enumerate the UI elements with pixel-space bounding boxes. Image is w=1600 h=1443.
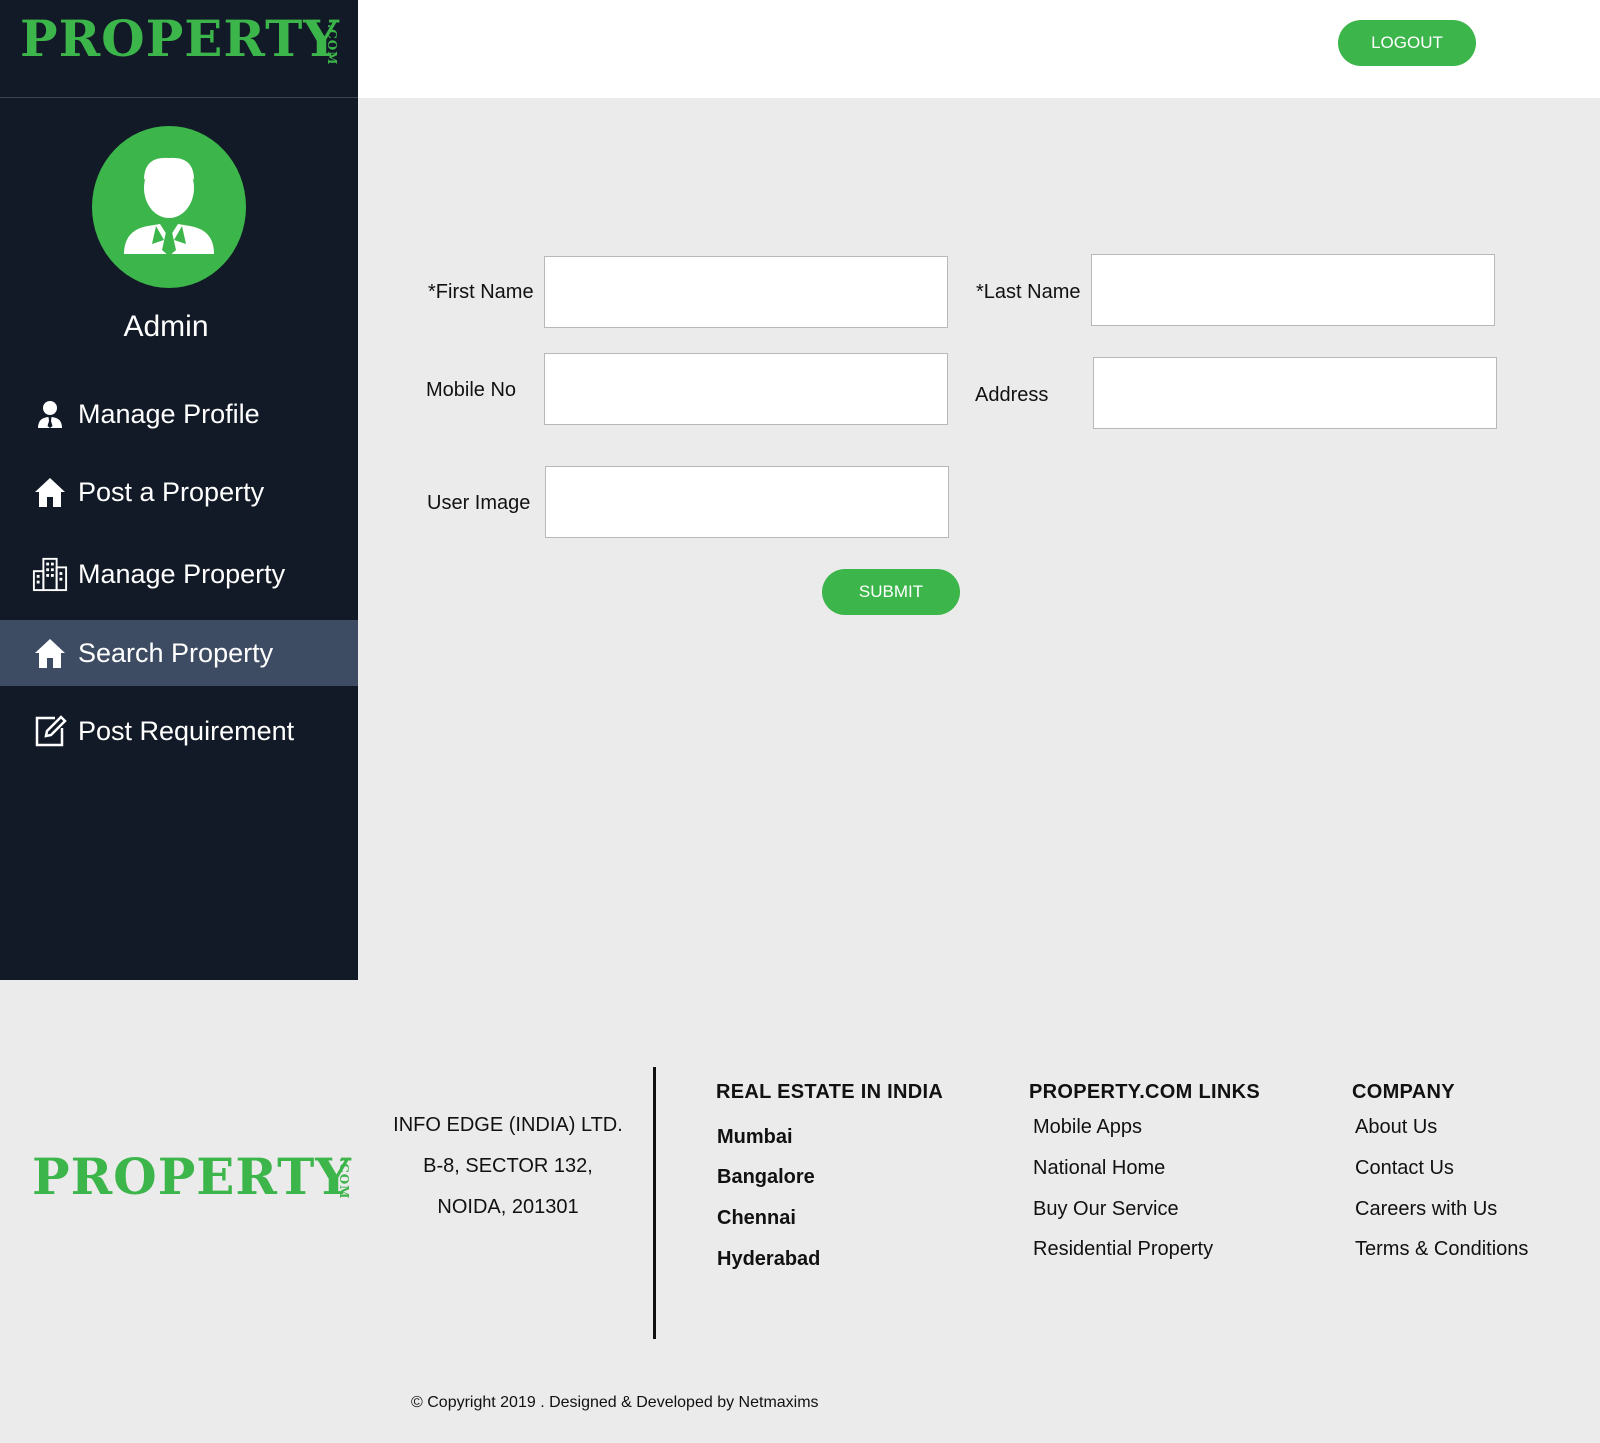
last-name-label: *Last Name — [976, 281, 1081, 303]
header-logo[interactable]: PROPERTY .COM — [0, 0, 358, 98]
first-name-label: *First Name — [428, 281, 534, 303]
footer-heading-company: COMPANY — [1352, 1081, 1455, 1103]
footer-link[interactable]: Buy Our Service — [1033, 1198, 1179, 1221]
footer-link[interactable]: Residential Property — [1033, 1238, 1213, 1261]
footer-address-line: B-8, SECTOR 132, — [423, 1155, 593, 1177]
sidebar: Admin Manage Profile Post a Property Man… — [0, 98, 358, 980]
sidebar-item-post-requirement[interactable]: Post Requirement — [0, 698, 358, 764]
footer-logo-suffix: .COM — [337, 1158, 351, 1200]
footer-link[interactable]: Mumbai — [717, 1126, 793, 1149]
logo-suffix: .COM — [325, 24, 339, 66]
first-name-input[interactable] — [544, 256, 948, 328]
user-image-input[interactable] — [545, 466, 949, 538]
copyright-text: © Copyright 2019 . Designed & Developed … — [411, 1394, 819, 1411]
sidebar-item-manage-property[interactable]: Manage Property — [0, 541, 358, 607]
submit-button[interactable]: SUBMIT — [822, 569, 960, 615]
footer-link[interactable]: Contact Us — [1355, 1157, 1454, 1180]
edit-icon — [32, 713, 68, 749]
footer-link[interactable]: About Us — [1355, 1116, 1437, 1139]
footer-link[interactable]: Hyderabad — [717, 1248, 820, 1271]
sidebar-item-search-property[interactable]: Search Property — [0, 620, 358, 686]
mobile-label: Mobile No — [426, 379, 517, 401]
footer-logo-text[interactable]: PROPERTY — [32, 1152, 352, 1202]
sidebar-item-label: Post Requirement — [78, 715, 295, 746]
user-icon — [32, 396, 68, 432]
sidebar-item-post-property[interactable]: Post a Property — [0, 459, 358, 525]
footer-link[interactable]: Bangalore — [717, 1166, 815, 1189]
mobile-input[interactable] — [544, 353, 948, 425]
user-avatar-icon — [124, 157, 214, 256]
footer-heading-real-estate: REAL ESTATE IN INDIA — [716, 1081, 944, 1103]
sidebar-item-label: Post a Property — [78, 476, 265, 507]
user-name: Admin — [123, 310, 209, 343]
home-icon — [32, 474, 68, 510]
logo-text: PROPERTY — [20, 9, 340, 68]
footer-link[interactable]: Mobile Apps — [1033, 1116, 1142, 1139]
last-name-input[interactable] — [1091, 254, 1495, 326]
footer-divider — [653, 1067, 656, 1339]
sidebar-item-label: Manage Profile — [78, 398, 260, 429]
address-input[interactable] — [1093, 357, 1497, 429]
buildings-icon — [32, 556, 68, 592]
footer-heading-links: PROPERTY.COM LINKS — [1029, 1081, 1260, 1103]
footer-link[interactable]: Careers with Us — [1355, 1198, 1497, 1221]
footer-address-line: NOIDA, 201301 — [437, 1196, 579, 1218]
sidebar-item-label: Manage Property — [78, 558, 286, 589]
home-icon — [32, 635, 68, 671]
logout-button[interactable]: LOGOUT — [1338, 20, 1476, 66]
footer-address-line: INFO EDGE (INDIA) LTD. — [393, 1114, 623, 1136]
footer-link[interactable]: Terms & Conditions — [1355, 1238, 1528, 1261]
user-image-label: User Image — [427, 492, 531, 514]
footer-link[interactable]: Chennai — [717, 1207, 796, 1230]
sidebar-item-label: Search Property — [78, 637, 274, 668]
sidebar-item-manage-profile[interactable]: Manage Profile — [0, 381, 358, 447]
footer-link[interactable]: National Home — [1033, 1157, 1165, 1180]
avatar — [92, 126, 246, 288]
address-label: Address — [975, 384, 1049, 406]
